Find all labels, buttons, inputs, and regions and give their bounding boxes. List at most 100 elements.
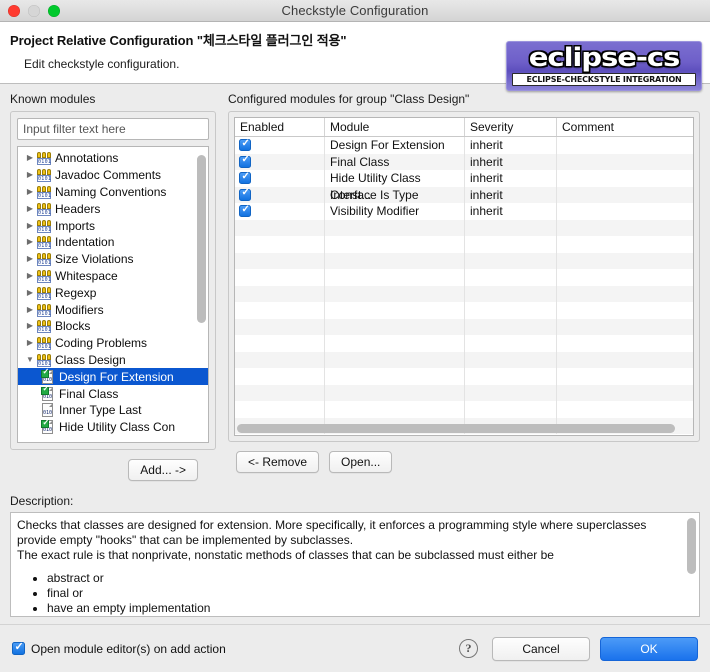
enabled-checkbox[interactable] [239,138,251,152]
chevron-right-icon[interactable]: ▶ [24,238,36,246]
cell-enabled[interactable] [235,153,325,170]
cell-module [325,269,465,286]
chevron-right-icon[interactable]: ▶ [24,271,36,280]
chevron-right-icon[interactable]: ▶ [24,221,36,230]
open-button[interactable]: Open... [329,451,393,473]
tree-node[interactable]: ▶ 0101 Regexp [18,284,208,301]
enabled-checkbox[interactable] [239,204,251,218]
tree-node-label: Final Class [59,386,119,401]
cell-enabled [235,384,325,401]
tree-node[interactable]: ▶ 0101 Blocks [18,318,208,335]
tree-vertical-scrollbar[interactable] [197,149,206,440]
tree-node[interactable]: ▼ 0101 Class Design [18,352,208,369]
cell-severity [465,302,557,319]
tree-node[interactable]: ▶ 0101 Imports [18,217,208,234]
cell-comment [557,335,693,352]
tree-scroll-thumb[interactable] [197,155,206,323]
table-hscroll-thumb[interactable] [237,424,675,433]
tree-horizontal-scrollbar[interactable] [20,430,196,439]
tree-node[interactable]: ▶ 0101 Annotations [18,150,208,167]
column-header-comment[interactable]: Comment [557,118,693,136]
chevron-right-icon[interactable]: ▶ [24,322,36,330]
tree-node-label: Regexp [55,285,97,300]
column-header-enabled[interactable]: Enabled [235,118,325,136]
tree-node[interactable]: ▶ 0101 Whitespace [18,268,208,285]
tree-node[interactable]: ▶ 0101 Headers [18,200,208,217]
cell-enabled [235,252,325,269]
description-bullet-list: abstract orfinal orhave an empty impleme… [17,571,681,616]
description-label: Description: [10,494,74,508]
modules-table[interactable]: EnabledModuleSeverityComment Design For … [234,117,694,436]
cell-severity [465,351,557,368]
tree-node[interactable]: ▶ 0101 Javadoc Comments [18,167,208,184]
column-header-severity[interactable]: Severity [465,118,557,136]
cell-severity: inherit [465,170,557,187]
logo-wordmark: eclipse-cs [528,42,681,73]
table-row[interactable]: Hide Utility Class Const...inherit [235,170,693,202]
tree-node-label: Class Design [55,352,126,367]
cell-enabled [235,269,325,286]
chevron-right-icon[interactable]: ▶ [24,204,36,213]
table-row[interactable]: Visibility Modifierinherit [235,203,693,220]
table-empty-row [235,285,693,302]
tree-node[interactable]: ▶ 0101 Indentation [18,234,208,251]
description-scroll-thumb[interactable] [687,518,696,574]
table-empty-row [235,351,693,369]
chevron-right-icon[interactable]: ▶ [24,154,36,162]
chevron-right-icon[interactable]: ▶ [24,187,36,196]
table-row[interactable]: Final Classinherit [235,153,693,170]
cell-severity: inherit [465,137,557,154]
chevron-right-icon[interactable]: ▶ [24,255,36,263]
chevron-down-icon[interactable]: ▼ [24,355,36,364]
tree-node-label: Inner Type Last [59,403,142,418]
table-row[interactable]: Interface Is Typeinherit [235,186,693,203]
cell-comment [557,220,693,237]
cell-module: Interface Is Type [325,186,465,203]
checkbox-box[interactable] [12,641,25,655]
tree-node[interactable]: ▶ 0101 Size Violations [18,251,208,268]
cell-enabled[interactable] [235,203,325,220]
description-text[interactable]: Checks that classes are designed for ext… [10,512,700,617]
open-module-editor-checkbox[interactable]: Open module editor(s) on add action [12,641,226,656]
column-header-module[interactable]: Module [325,118,465,136]
cell-enabled[interactable] [235,170,325,187]
remove-button[interactable]: <- Remove [236,451,320,473]
tree-node-label: Indentation [55,235,115,250]
cancel-button[interactable]: Cancel [492,636,590,661]
module-tree[interactable]: ▶ 0101 Annotations ▶ 0101 Javadoc Comments ▶ 01… [17,146,209,443]
tree-node[interactable]: ▶ 0101 Modifiers [18,301,208,318]
tree-node[interactable]: ▶ 0101 Naming Conventions [18,184,208,201]
cell-enabled[interactable] [235,137,325,154]
table-horizontal-scrollbar[interactable] [237,424,691,433]
enabled-checkbox[interactable] [239,187,251,201]
table-row[interactable]: Design For Extensioninherit [235,137,693,154]
help-icon[interactable]: ? [459,639,478,658]
chevron-right-icon[interactable]: ▶ [24,339,36,347]
chevron-right-icon[interactable]: ▶ [24,288,36,297]
add-button[interactable]: Add... -> [128,459,198,481]
enabled-checkbox[interactable] [239,171,251,185]
cell-enabled[interactable] [235,186,325,203]
table-body[interactable]: Design For ExtensioninheritFinal Classin… [235,137,693,434]
tree-node[interactable]: ▶ 0101 Coding Problems [18,335,208,352]
tree-node[interactable]: 010Design For Extension [18,368,208,386]
chevron-right-icon[interactable]: ▶ [24,171,36,179]
known-modules-box: ▶0101Annotations▶0101Javadoc Comments▶01… [10,111,216,450]
ok-button[interactable]: OK [600,636,698,661]
cell-severity [465,318,557,335]
tree-node[interactable]: 010 Inner Type Last [18,402,208,419]
enabled-checkbox[interactable] [239,154,251,168]
filter-input[interactable] [17,118,209,140]
module-group-icon: 0101 [36,219,52,233]
description-vertical-scrollbar[interactable] [687,516,696,615]
chevron-right-icon[interactable]: ▶ [24,305,36,314]
dialog-footer: Open module editor(s) on add action ? Ca… [0,624,710,672]
cell-severity [465,236,557,253]
tree-node[interactable]: 010Final Class [18,385,208,402]
tree-node-label: Annotations [55,151,119,166]
cell-comment [557,352,693,369]
cell-comment [557,236,693,253]
cell-severity [465,252,557,269]
module-group-icon: 0101 [36,151,52,166]
cell-comment [557,302,693,319]
